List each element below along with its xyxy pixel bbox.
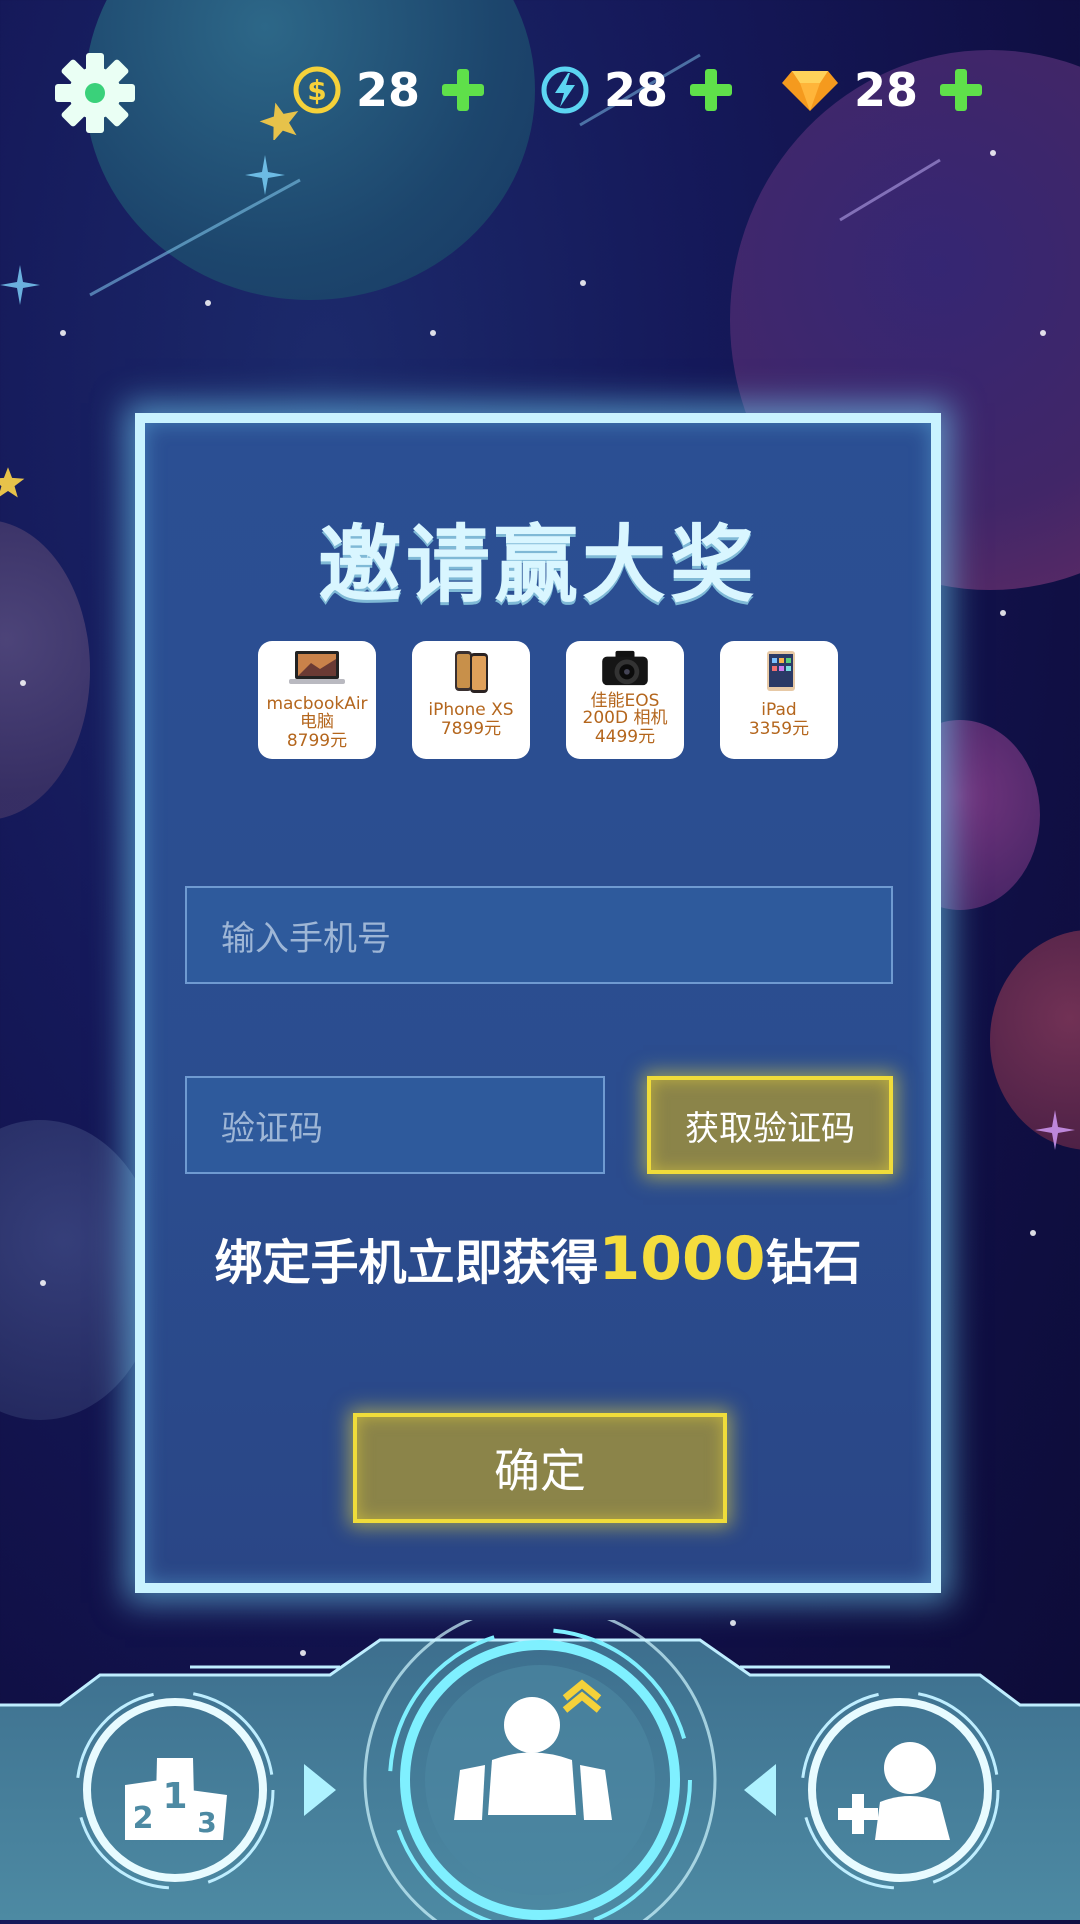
energy-value: 28 [604,63,669,117]
reward-text: 绑定手机立即获得1000钻石 [145,1223,931,1294]
reward-amount: 1000 [598,1224,766,1294]
prize-price: 3359元 [748,719,810,739]
coin-counter: $ 28 [292,62,485,118]
confirm-label: 确定 [494,1444,586,1498]
invite-panel: 邀请赢大奖 macbookAir 电脑 8799元 iPhone XS 7899… [135,413,941,1593]
star [1000,610,1006,616]
star [1030,1230,1036,1236]
add-friend-icon [800,1690,1000,1890]
energy-icon [541,66,589,114]
get-code-button[interactable]: 获取验证码 [647,1076,893,1174]
prize-name: iPhone XS [428,700,514,720]
reward-suffix: 钻石 [765,1235,862,1291]
laptop-icon [289,651,345,684]
prize-price: 7899元 [440,719,502,739]
diamond-icon [782,71,838,111]
reward-prefix: 绑定手机立即获得 [214,1235,599,1291]
prize-card-camera: 佳能EOS 200D 相机 4499元 [566,641,684,759]
prize-card-macbook: macbookAir 电脑 8799元 [258,641,376,759]
tablet-icon [767,651,795,691]
star [20,680,26,686]
prize-name: macbookAir 电脑 [266,694,368,732]
top-bar: $ 28 28 28 [0,40,1080,140]
prize-name: iPad [761,700,797,720]
prize-name: 佳能EOS 200D 相机 [582,691,668,728]
get-code-label: 获取验证码 [685,1108,855,1149]
player-icon [363,1603,717,1924]
planet-left [0,520,90,820]
diamond-counter: 28 [780,62,983,118]
arrow-right-icon [304,1764,336,1816]
arrow-left-icon [744,1764,776,1816]
svg-text:1: 1 [162,1776,187,1817]
leaderboard-icon: 2 1 3 [75,1690,275,1890]
coin-value: 28 [356,63,421,117]
prize-price: 4499元 [594,727,656,747]
svg-text:$: $ [307,74,326,107]
leaderboard-button[interactable]: 2 1 3 [75,1690,275,1890]
diamond-value: 28 [854,63,919,117]
phone-icon [455,651,488,693]
confirm-button[interactable]: 确定 [353,1413,727,1523]
prize-price: 8799元 [286,731,348,751]
add-friend-button[interactable] [800,1690,1000,1890]
svg-text:2: 2 [133,1801,154,1836]
energy-counter: 28 [540,62,733,118]
camera-icon [602,650,648,686]
gear-icon [55,53,135,133]
prize-list: macbookAir 电脑 8799元 iPhone XS 7899元 佳能EO… [258,641,838,761]
add-energy-button[interactable] [690,69,733,111]
settings-button[interactable] [50,48,140,138]
phone-placeholder: 输入手机号 [221,918,391,959]
prize-card-ipad: iPad 3359元 [720,641,838,759]
add-coin-button[interactable] [442,69,485,111]
prize-card-iphone: iPhone XS 7899元 [412,641,530,759]
code-input[interactable]: 验证码 [185,1076,605,1174]
phone-input[interactable]: 输入手机号 [185,886,893,984]
panel-title: 邀请赢大奖 [317,516,758,614]
code-placeholder: 验证码 [221,1108,323,1149]
add-diamond-button[interactable] [940,69,983,111]
svg-text:3: 3 [197,1806,216,1839]
coin-icon: $ [293,66,341,114]
bottom-nav: 2 1 3 [0,1600,1080,1924]
player-button[interactable] [360,1603,720,1924]
star [40,1280,46,1286]
yellow-star-icon [0,467,25,498]
sparkle-icon [1035,1110,1075,1150]
